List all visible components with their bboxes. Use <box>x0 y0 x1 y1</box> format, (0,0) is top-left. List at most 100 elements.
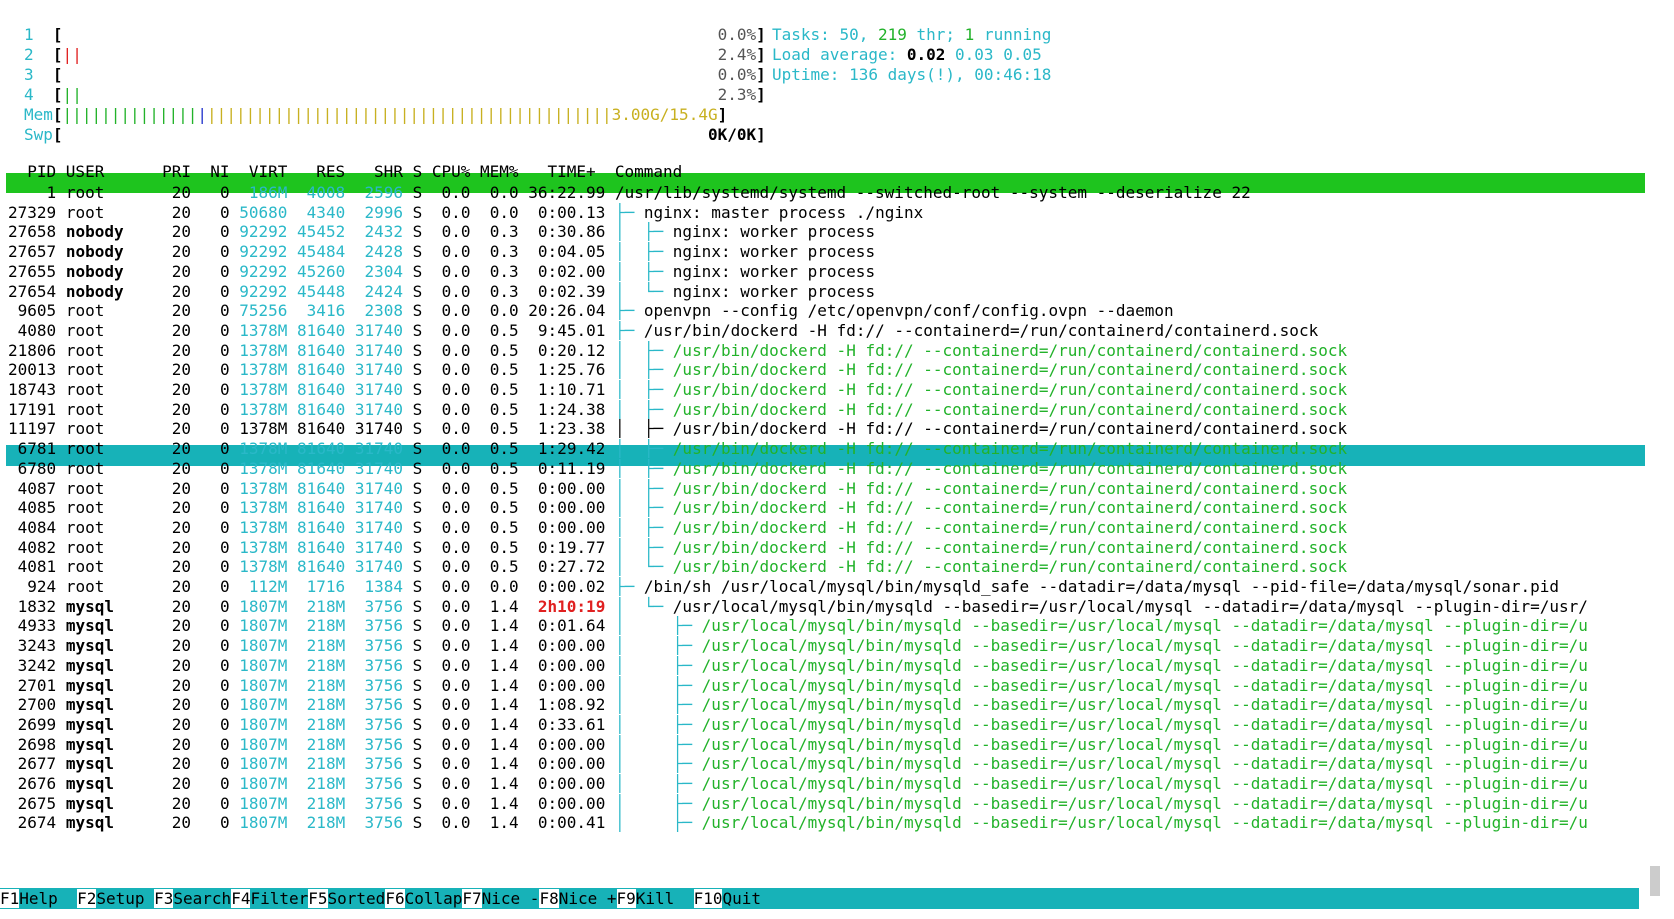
pid-cell: 27655 <box>8 262 57 281</box>
sep <box>422 538 441 557</box>
sep <box>519 341 538 360</box>
sep <box>403 479 413 498</box>
sep <box>56 222 66 241</box>
state-cell: S <box>412 794 423 813</box>
process-row[interactable]: 20013 root 20 0 1378M 81640 31740 S 0.0 … <box>8 359 1347 380</box>
process-row[interactable]: 2676 mysql 20 0 1807M 218M 3756 S 0.0 1.… <box>8 773 1588 794</box>
process-row[interactable]: 2677 mysql 20 0 1807M 218M 3756 S 0.0 1.… <box>8 753 1588 774</box>
fkey-label[interactable]: Filter <box>250 889 308 908</box>
process-row[interactable]: 4084 root 20 0 1378M 81640 31740 S 0.0 0… <box>8 517 1347 538</box>
process-row[interactable]: 1832 mysql 20 0 1807M 218M 3756 S 0.0 1.… <box>8 596 1588 617</box>
process-row[interactable]: 27654 nobody 20 0 92292 45448 2424 S 0.0… <box>8 281 875 302</box>
nice-cell: 0 <box>219 439 230 458</box>
user-cell: mysql <box>65 735 124 754</box>
fkey-label[interactable]: Kill <box>636 889 694 908</box>
fkey-label[interactable]: Search <box>173 889 231 908</box>
shr-cell: 1384 <box>364 577 403 596</box>
fkey-f1[interactable]: F1 <box>0 889 20 908</box>
process-row[interactable]: 4080 root 20 0 1378M 81640 31740 S 0.0 0… <box>8 320 1319 341</box>
process-row[interactable]: 3243 mysql 20 0 1807M 218M 3756 S 0.0 1.… <box>8 635 1588 656</box>
mem-bar-buffers: | <box>197 105 208 124</box>
virt-cell: 1807M <box>239 754 288 773</box>
process-row[interactable]: 2701 mysql 20 0 1807M 218M 3756 S 0.0 1.… <box>8 675 1588 696</box>
process-row[interactable]: 1 root 20 0 186M 4008 2596 S 0.0 0.0 36:… <box>8 182 1251 203</box>
tree-branch: │ ├─ <box>615 380 673 399</box>
process-row[interactable]: 27658 nobody 20 0 92292 45452 2432 S 0.0… <box>8 221 875 242</box>
cpu-meter-bar: | <box>62 85 73 104</box>
fkey-f6[interactable]: F6 <box>385 889 405 908</box>
fkey-f7[interactable]: F7 <box>462 889 482 908</box>
fkey-label[interactable]: Setup <box>96 889 154 908</box>
fkey-label[interactable]: Sorted <box>328 889 386 908</box>
process-row[interactable]: 4082 root 20 0 1378M 81640 31740 S 0.0 0… <box>8 537 1347 558</box>
time-cell: 0:00.00 <box>537 676 606 695</box>
scrollbar-thumb[interactable] <box>1650 866 1660 896</box>
process-row[interactable]: 18743 root 20 0 1378M 81640 31740 S 0.0 … <box>8 379 1347 400</box>
process-row[interactable]: 6780 root 20 0 1378M 81640 31740 S 0.0 0… <box>8 458 1347 479</box>
virt-cell: 1378M <box>239 321 288 340</box>
process-row[interactable]: 3242 mysql 20 0 1807M 218M 3756 S 0.0 1.… <box>8 655 1588 676</box>
fkey-f4[interactable]: F4 <box>231 889 251 908</box>
process-row[interactable]: 27657 nobody 20 0 92292 45484 2428 S 0.0… <box>8 241 875 262</box>
process-row[interactable]: 17191 root 20 0 1378M 81640 31740 S 0.0 … <box>8 399 1347 420</box>
sep <box>56 597 66 616</box>
process-row[interactable]: 2700 mysql 20 0 1807M 218M 3756 S 0.0 1.… <box>8 694 1588 715</box>
process-row[interactable]: 9605 root 20 0 75256 3416 2308 S 0.0 0.0… <box>8 300 1174 321</box>
column-header-text[interactable]: PID USER PRI NI VIRT RES SHR S CPU% MEM%… <box>8 162 682 181</box>
fkey-label[interactable]: Collap <box>405 889 463 908</box>
nice-cell: 0 <box>219 203 230 222</box>
time-cell: 9:45.01 <box>537 321 606 340</box>
sep <box>345 419 355 438</box>
process-row[interactable]: 27329 root 20 0 50680 4340 2996 S 0.0 0.… <box>8 202 923 223</box>
fkey-f8[interactable]: F8 <box>539 889 559 908</box>
virt-cell: 1378M <box>239 557 288 576</box>
process-row[interactable]: 2698 mysql 20 0 1807M 218M 3756 S 0.0 1.… <box>8 734 1588 755</box>
process-row[interactable]: 27655 nobody 20 0 92292 45260 2304 S 0.0… <box>8 261 875 282</box>
sep <box>191 518 220 537</box>
fkey-f3[interactable]: F3 <box>154 889 174 908</box>
fkey-label[interactable]: Nice - <box>482 889 540 908</box>
fkey-f9[interactable]: F9 <box>616 889 636 908</box>
process-row[interactable]: 4933 mysql 20 0 1807M 218M 3756 S 0.0 1.… <box>8 615 1588 636</box>
process-row[interactable]: 4081 root 20 0 1378M 81640 31740 S 0.0 0… <box>8 556 1347 577</box>
fkey-label[interactable]: Nice + <box>559 889 617 908</box>
fkey-label[interactable]: Quit <box>722 889 780 908</box>
time-cell: 1:29.42 <box>537 439 606 458</box>
sep <box>605 676 615 695</box>
process-row[interactable]: 4087 root 20 0 1378M 81640 31740 S 0.0 0… <box>8 478 1347 499</box>
process-row[interactable]: 2699 mysql 20 0 1807M 218M 3756 S 0.0 1.… <box>8 714 1588 735</box>
tree-branch: ├─ <box>614 301 644 320</box>
pid-cell: 2675 <box>8 794 57 813</box>
fkey-f10[interactable]: F10 <box>693 889 723 908</box>
sep <box>124 735 172 754</box>
sep <box>230 301 240 320</box>
sep <box>470 222 489 241</box>
process-row[interactable]: 924 root 20 0 112M 1716 1384 S 0.0 0.0 0… <box>8 576 1559 597</box>
process-row[interactable]: 4085 root 20 0 1378M 81640 31740 S 0.0 0… <box>8 497 1347 518</box>
fkey-label[interactable]: Help <box>19 889 77 908</box>
sep <box>605 282 615 301</box>
sep <box>124 419 172 438</box>
sep <box>191 459 220 478</box>
process-row[interactable]: 2675 mysql 20 0 1807M 218M 3756 S 0.0 1.… <box>8 793 1588 814</box>
sep <box>191 400 220 419</box>
nice-cell: 0 <box>219 419 230 438</box>
virt-cell: 1807M <box>239 695 288 714</box>
priority-cell: 20 <box>171 301 192 320</box>
sep <box>470 183 489 202</box>
process-row[interactable]: 6781 root 20 0 1378M 81640 31740 S 0.0 0… <box>8 438 1347 459</box>
fkey-f2[interactable]: F2 <box>77 889 97 908</box>
shr-cell: 3756 <box>364 813 403 832</box>
cpu-meter-bar: | <box>62 45 73 64</box>
sep <box>605 813 615 832</box>
sep <box>345 203 364 222</box>
sep <box>287 341 297 360</box>
process-row[interactable]: 2674 mysql 20 0 1807M 218M 3756 S 0.0 1.… <box>8 812 1588 833</box>
sep <box>403 419 413 438</box>
tree-branch: │ ├─ <box>614 735 702 754</box>
fkey-f5[interactable]: F5 <box>308 889 328 908</box>
tree-branch: │ ├─ <box>615 360 673 379</box>
process-row[interactable]: 21806 root 20 0 1378M 81640 31740 S 0.0 … <box>8 340 1347 361</box>
res-cell: 4008 <box>306 183 346 202</box>
process-row[interactable]: 11197 root 20 0 1378M 81640 31740 S 0.0 … <box>8 418 1347 439</box>
